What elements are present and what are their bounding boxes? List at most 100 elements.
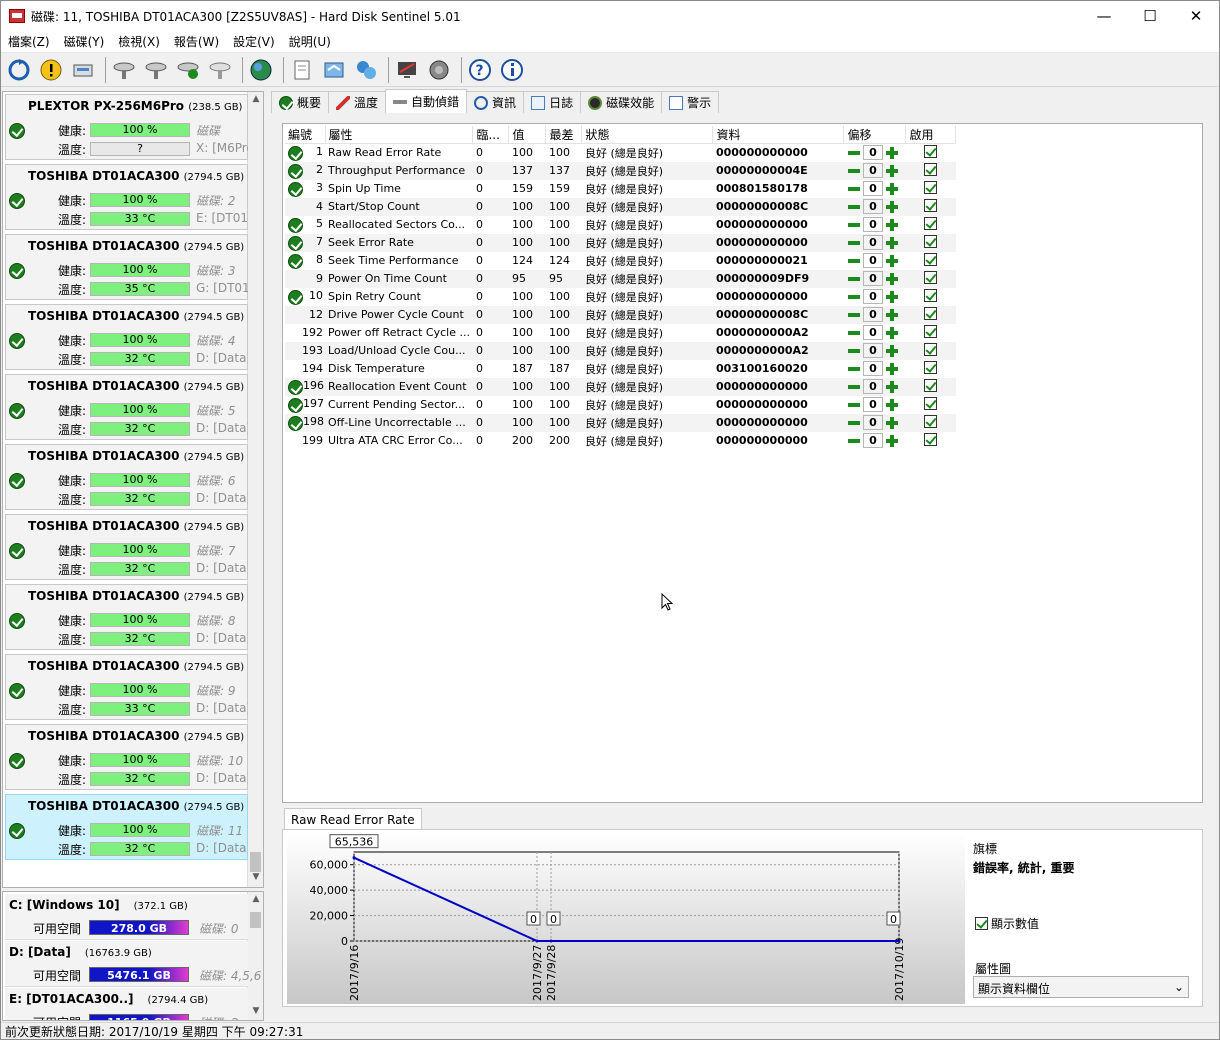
col-value[interactable]: 值 <box>508 126 547 144</box>
table-row[interactable]: 199 Ultra ATA CRC Error Co... 0 200 200 良好 (總… <box>285 432 956 450</box>
col-enabled[interactable]: 啟用 <box>905 126 957 144</box>
plus-icon[interactable] <box>885 146 899 160</box>
minus-icon[interactable] <box>847 182 861 196</box>
col-attribute[interactable]: 屬性 <box>325 126 474 144</box>
col-id[interactable]: 編號 <box>285 126 326 144</box>
volume-item[interactable]: C: [Windows 10] (372.1 GB) 可用空間 278.0 GB 磁碟:… <box>5 894 248 940</box>
table-row[interactable]: 193 Load/Unload Cycle Cou... 0 100 100 良好 (總是… <box>285 341 956 360</box>
close-button[interactable]: ✕ <box>1173 1 1219 31</box>
enabled-checkbox[interactable] <box>924 378 938 392</box>
offset-value[interactable]: 0 <box>862 289 883 304</box>
tab-information[interactable]: 資訊 <box>466 91 525 113</box>
disk-item[interactable]: TOSHIBA DT01ACA300 (2794.5 GB) 健康: 100 % 磁碟… <box>5 164 248 230</box>
table-row[interactable]: 4 Start/Stop Count 0 100 100 良好 (總是良好) 0000000… <box>285 197 956 216</box>
enabled-checkbox[interactable] <box>924 306 938 320</box>
offset-value[interactable]: 0 <box>862 199 883 214</box>
offset-value[interactable]: 0 <box>862 163 883 178</box>
volume-item[interactable]: E: [DT01ACA300..](2794.4 GB) 可用空間 1165.9 G… <box>5 988 248 1020</box>
offset-value[interactable]: 0 <box>862 415 883 430</box>
minus-icon[interactable] <box>847 164 861 178</box>
offset-value[interactable]: 0 <box>862 181 883 196</box>
graph-tab[interactable]: Raw Read Error Rate <box>284 808 422 830</box>
minimize-button[interactable]: — <box>1081 1 1127 31</box>
surface-test-icon[interactable] <box>142 56 170 84</box>
minus-icon[interactable] <box>847 272 861 286</box>
table-row[interactable]: 1 Raw Read Error Rate 0 100 100 良好 (總是良好) 0000… <box>285 144 956 162</box>
globe-icon[interactable] <box>247 56 275 84</box>
enabled-checkbox[interactable] <box>924 342 938 356</box>
table-row[interactable]: 192 Power off Retract Cycle ... 0 100 100 良好 … <box>285 324 956 342</box>
enabled-checkbox[interactable] <box>924 432 938 446</box>
table-row[interactable]: 3 Spin Up Time 0 159 159 良好 (總是良好) 00080158017… <box>285 180 956 198</box>
menu-file[interactable]: 檔案(Z) <box>1 33 57 50</box>
table-row[interactable]: 197 Current Pending Sector... 0 100 100 良好 (總… <box>285 396 956 414</box>
enabled-checkbox[interactable] <box>924 288 938 302</box>
plus-icon[interactable] <box>885 344 899 358</box>
plus-icon[interactable] <box>885 164 899 178</box>
minus-icon[interactable] <box>847 236 861 250</box>
table-row[interactable]: 12 Drive Power Cycle Count 0 100 100 良好 (總是良好… <box>285 305 956 324</box>
send-report-icon[interactable] <box>320 56 348 84</box>
enabled-checkbox[interactable] <box>924 234 938 248</box>
minus-icon[interactable] <box>847 290 861 304</box>
offset-value[interactable]: 0 <box>862 379 883 394</box>
disk-tools-icon[interactable] <box>206 56 234 84</box>
table-row[interactable]: 196 Reallocation Event Count 0 100 100 良好 (總是… <box>285 377 956 396</box>
plus-icon[interactable] <box>885 200 899 214</box>
plus-icon[interactable] <box>885 434 899 448</box>
disk-test-icon[interactable] <box>110 56 138 84</box>
col-worst[interactable]: 最差 <box>545 126 583 144</box>
monitor-icon[interactable] <box>393 56 421 84</box>
minus-icon[interactable] <box>847 146 861 160</box>
col-status[interactable]: 狀態 <box>581 126 714 144</box>
table-row[interactable]: 10 Spin Retry Count 0 100 100 良好 (總是良好) 000000… <box>285 288 956 306</box>
enabled-checkbox[interactable] <box>924 216 938 230</box>
maximize-button[interactable]: ☐ <box>1127 1 1173 31</box>
offset-value[interactable]: 0 <box>862 307 883 322</box>
offset-value[interactable]: 0 <box>862 271 883 286</box>
tab-smart[interactable]: 自動偵錯 <box>385 89 468 113</box>
menu-report[interactable]: 報告(W) <box>167 33 226 50</box>
enabled-checkbox[interactable] <box>924 198 938 212</box>
minus-icon[interactable] <box>847 344 861 358</box>
table-row[interactable]: 2 Throughput Performance 0 137 137 良好 (總是良好) 0… <box>285 161 956 180</box>
tab-alerts[interactable]: 警示 <box>661 91 720 113</box>
plus-icon[interactable] <box>885 362 899 376</box>
network-icon[interactable] <box>352 56 380 84</box>
plus-icon[interactable] <box>885 236 899 250</box>
plus-icon[interactable] <box>885 398 899 412</box>
disk-item[interactable]: TOSHIBA DT01ACA300 (2794.5 GB) 健康: 100 % 磁碟… <box>5 234 248 300</box>
disk-item[interactable]: PLEXTOR PX-256M6Pro (238.5 GB) 健康: 100 % 磁碟… <box>5 94 248 160</box>
enabled-checkbox[interactable] <box>924 180 938 194</box>
minus-icon[interactable] <box>847 254 861 268</box>
minus-icon[interactable] <box>847 308 861 322</box>
disk-item[interactable]: TOSHIBA DT01ACA300 (2794.5 GB) 健康: 100 % 磁碟… <box>5 374 248 440</box>
offset-value[interactable]: 0 <box>862 145 883 161</box>
disk-item[interactable]: TOSHIBA DT01ACA300 (2794.5 GB) 健康: 100 % 磁碟… <box>5 514 248 580</box>
tab-log[interactable]: 日誌 <box>523 91 582 113</box>
offset-value[interactable]: 0 <box>862 235 883 250</box>
volume-list-scrollbar[interactable]: ▲ ▼ <box>247 892 263 1020</box>
plus-icon[interactable] <box>885 290 899 304</box>
enabled-checkbox[interactable] <box>924 270 938 284</box>
table-row[interactable]: 9 Power On Time Count 0 95 95 良好 (總是良好) 000000… <box>285 269 956 288</box>
help-icon[interactable]: ? <box>466 56 494 84</box>
plus-icon[interactable] <box>885 380 899 394</box>
table-row[interactable]: 5 Reallocated Sectors Co... 0 100 100 良好 (總是良… <box>285 216 956 234</box>
enabled-checkbox[interactable] <box>924 252 938 266</box>
offset-value[interactable]: 0 <box>862 253 883 268</box>
plus-icon[interactable] <box>885 182 899 196</box>
disk-item[interactable]: TOSHIBA DT01ACA300 (2794.5 GB) 健康: 100 % 磁碟… <box>5 724 248 790</box>
info-icon[interactable] <box>498 56 526 84</box>
table-row[interactable]: 194 Disk Temperature 0 187 187 良好 (總是良好) 00310… <box>285 360 956 378</box>
tab-temperature[interactable]: 溫度 <box>328 91 387 113</box>
disk-item[interactable]: TOSHIBA DT01ACA300 (2794.5 GB) 健康: 100 % 磁碟… <box>5 304 248 370</box>
minus-icon[interactable] <box>847 218 861 232</box>
volume-item[interactable]: D: [Data] (16763.9 GB) 可用空間 5476.1 GB 磁碟: 4,… <box>5 941 261 987</box>
disk-list-scrollbar[interactable]: ▲ ▼ <box>247 92 263 887</box>
disk-item[interactable]: TOSHIBA DT01ACA300 (2794.5 GB) 健康: 100 % 磁碟… <box>5 794 248 860</box>
offset-value[interactable]: 0 <box>862 325 883 340</box>
enabled-checkbox[interactable] <box>924 324 938 338</box>
attr-chart-select[interactable]: 顯示資料欄位 ⌄ <box>973 976 1189 998</box>
plus-icon[interactable] <box>885 254 899 268</box>
